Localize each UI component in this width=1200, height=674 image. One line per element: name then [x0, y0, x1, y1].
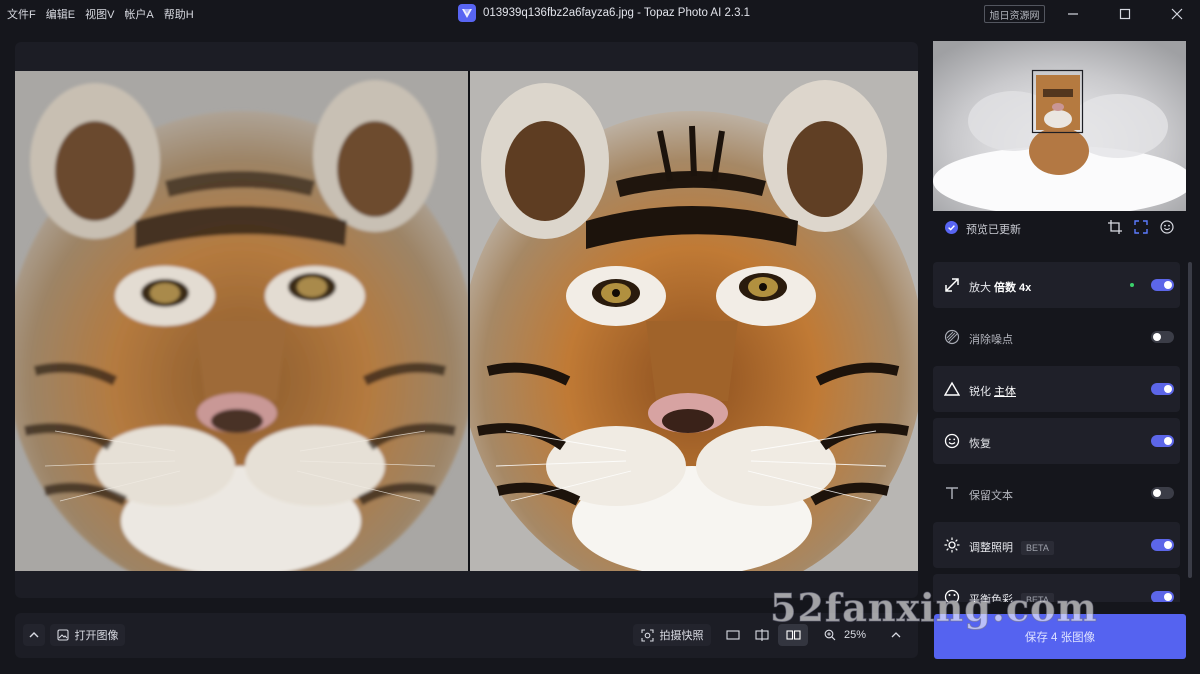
zoom-icon — [824, 629, 836, 641]
menu-edit[interactable]: 编辑E — [46, 6, 75, 22]
text-icon — [943, 484, 961, 502]
minimize-button[interactable] — [1050, 0, 1096, 28]
feature-sharpen-toggle[interactable] — [1151, 383, 1174, 395]
camera-snapshot-icon — [640, 628, 654, 642]
preview-status-text: 预览已更新 — [966, 224, 1021, 236]
feature-balance-color-label: 平衡色彩 — [969, 594, 1013, 602]
beta-badge: BETA — [1021, 593, 1054, 602]
menu-help[interactable]: 帮助H — [164, 6, 194, 22]
feature-sharpen-value[interactable]: 主体 — [994, 386, 1016, 398]
feature-upscale-value: 倍数 4x — [994, 282, 1032, 294]
original-image-pane[interactable] — [15, 71, 468, 571]
split-view-button[interactable] — [750, 624, 774, 646]
face-detect-icon[interactable] — [1160, 220, 1174, 237]
single-view-button[interactable] — [721, 624, 745, 646]
side-by-side-view-button[interactable] — [778, 624, 808, 646]
feature-sharpen[interactable]: 锐化 主体 — [933, 366, 1180, 412]
window-title-group: 013939q136fbz2a6fayza6.jpg - Topaz Photo… — [458, 4, 750, 22]
save-images-button[interactable]: 保存 4 张图像 — [934, 614, 1186, 659]
menu-file[interactable]: 文件F — [7, 6, 36, 22]
feature-denoise[interactable]: 消除噪点 — [933, 314, 1180, 360]
open-image-label: 打开图像 — [74, 630, 119, 642]
feature-upscale-toggle[interactable] — [1151, 279, 1174, 291]
navigator-preview[interactable] — [933, 41, 1186, 211]
chevron-up-icon — [29, 632, 39, 638]
bottom-toolbar: 打开图像 拍摄快照 25% — [15, 613, 918, 658]
zoom-control[interactable]: 25% — [815, 624, 875, 646]
brand-badge: 旭日资源网 — [984, 5, 1045, 23]
image-icon — [56, 629, 69, 641]
title-bar: 文件F 编辑E 视图V 帐户A 帮助H 013939q136fbz2a6fayz… — [0, 0, 1200, 28]
original-tiger-image — [15, 71, 468, 571]
face-icon — [943, 432, 961, 450]
single-view-icon — [726, 630, 740, 640]
fit-screen-icon[interactable] — [1134, 220, 1148, 237]
denoise-icon — [943, 328, 961, 346]
menu-view[interactable]: 视图V — [85, 6, 114, 22]
feature-denoise-toggle[interactable] — [1151, 331, 1174, 343]
feature-balance-color[interactable]: 平衡色彩 BETA — [933, 574, 1180, 602]
menu-account[interactable]: 帐户A — [124, 6, 153, 22]
side-by-side-icon — [785, 630, 801, 640]
topaz-logo-icon — [458, 4, 476, 22]
enhancement-list: 放大 倍数 4x 消除噪点 锐化 主体 恢复 保留文本 调整照明 BETA 平衡… — [933, 259, 1186, 602]
maximize-button[interactable] — [1102, 0, 1148, 28]
close-button[interactable] — [1154, 0, 1200, 28]
feature-recover-face[interactable]: 恢复 — [933, 418, 1180, 464]
processed-tiger-image — [470, 71, 918, 571]
feature-preserve-text-label: 保留文本 — [969, 490, 1013, 502]
feature-preserve-text-toggle[interactable] — [1151, 487, 1174, 499]
feature-upscale[interactable]: 放大 倍数 4x — [933, 262, 1180, 308]
menu-bar: 文件F 编辑E 视图V 帐户A 帮助H — [0, 6, 194, 22]
expand-panel-button[interactable] — [23, 624, 45, 646]
feature-upscale-label: 放大 — [969, 282, 991, 294]
feature-denoise-label: 消除噪点 — [969, 334, 1013, 346]
balance-icon — [943, 588, 961, 602]
close-icon — [1171, 8, 1183, 20]
open-image-button[interactable]: 打开图像 — [50, 624, 125, 646]
sharpen-triangle-icon — [943, 380, 961, 398]
preview-status-bar: 预览已更新 — [933, 211, 1186, 243]
feature-adjust-lighting-label: 调整照明 — [969, 542, 1013, 554]
chevron-up-icon — [891, 632, 901, 638]
feature-recover-face-label: 恢复 — [969, 438, 991, 450]
snapshot-label: 拍摄快照 — [659, 630, 704, 642]
sun-icon — [943, 536, 961, 554]
feature-adjust-lighting-toggle[interactable] — [1151, 539, 1174, 551]
maximize-icon — [1119, 8, 1131, 20]
navigator-thumbnail — [933, 41, 1186, 211]
feature-list-scrollbar[interactable] — [1188, 262, 1192, 578]
split-view-icon — [755, 629, 769, 641]
processed-image-pane[interactable] — [470, 71, 918, 571]
feature-preserve-text[interactable]: 保留文本 — [933, 470, 1180, 516]
zoom-menu-button[interactable] — [885, 624, 907, 646]
feature-sharpen-label: 锐化 — [969, 386, 991, 398]
window-title: 013939q136fbz2a6fayza6.jpg - Topaz Photo… — [483, 7, 751, 19]
active-indicator-dot — [1130, 283, 1134, 287]
minimize-icon — [1068, 13, 1078, 15]
snapshot-button[interactable]: 拍摄快照 — [633, 624, 711, 646]
zoom-level: 25% — [843, 629, 867, 641]
feature-adjust-lighting[interactable]: 调整照明 BETA — [933, 522, 1180, 568]
feature-balance-color-toggle[interactable] — [1151, 591, 1174, 602]
image-viewer[interactable] — [15, 42, 918, 598]
upscale-arrow-icon — [943, 276, 961, 294]
crop-icon[interactable] — [1108, 220, 1122, 237]
feature-recover-face-toggle[interactable] — [1151, 435, 1174, 447]
check-circle-icon — [945, 221, 958, 237]
beta-badge: BETA — [1021, 541, 1054, 556]
